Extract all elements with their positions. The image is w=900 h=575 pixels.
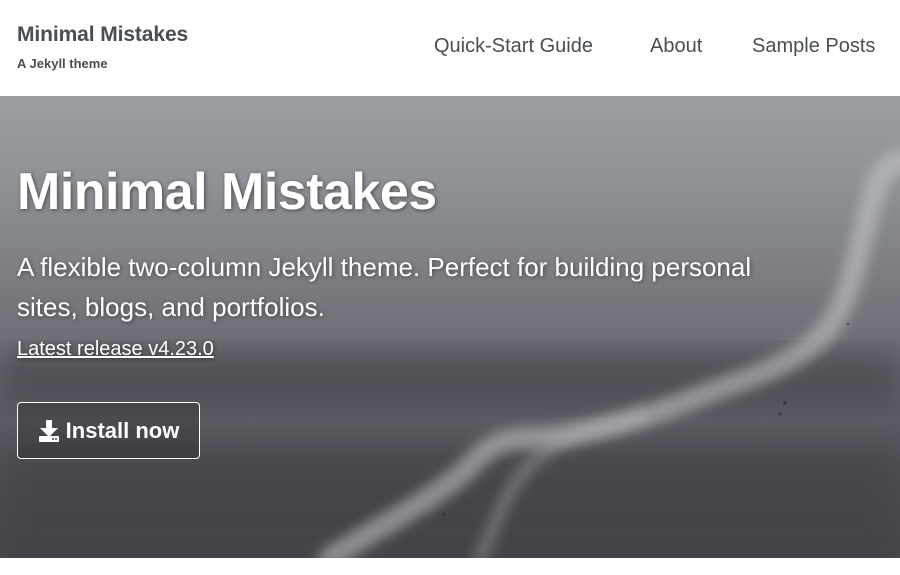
hero-title: Minimal Mistakes [17,163,437,221]
nav-link-sample-posts[interactable]: Sample Posts [752,35,875,58]
download-icon [38,419,60,443]
install-now-button[interactable]: Install now [17,402,200,459]
site-title[interactable]: Minimal Mistakes [17,23,188,47]
nav-link-quick-start-guide[interactable]: Quick-Start Guide [434,35,593,58]
nav-link-about[interactable]: About [650,35,702,58]
masthead: Minimal Mistakes A Jekyll theme Quick-St… [0,0,900,96]
hero-banner: Minimal Mistakes A flexible two-column J… [0,96,900,558]
install-now-label: Install now [65,417,180,443]
latest-release-link[interactable]: Latest release v4.23.0 [17,338,214,361]
hero-excerpt: A flexible two-column Jekyll theme. Perf… [17,252,752,322]
site-subtitle: A Jekyll theme [17,56,108,71]
